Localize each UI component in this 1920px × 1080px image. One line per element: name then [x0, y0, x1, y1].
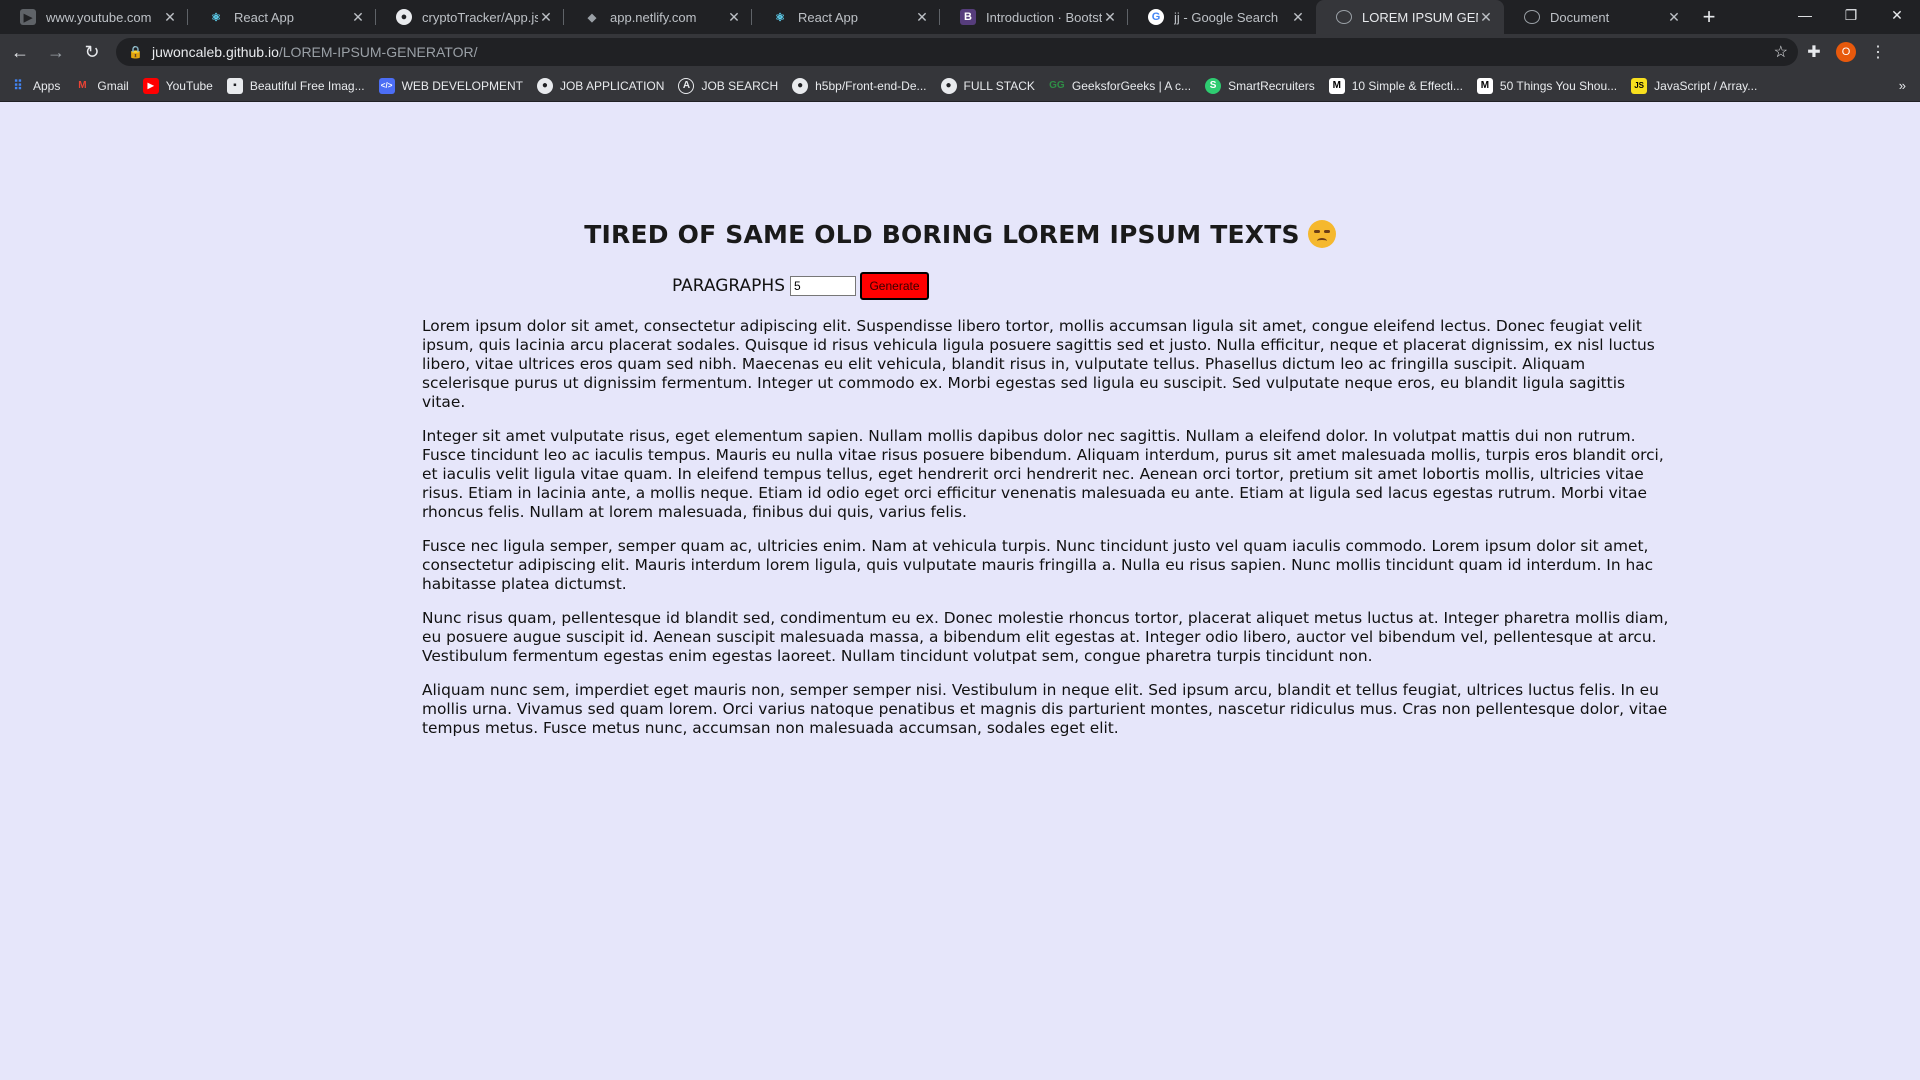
- angellist-icon: A: [678, 77, 695, 94]
- gmail-icon: M: [78, 80, 87, 91]
- tab-title: jj - Google Search: [1174, 9, 1279, 25]
- generated-text: Lorem ipsum dolor sit amet, consectetur …: [422, 317, 1670, 753]
- new-tab-button[interactable]: +: [1692, 0, 1726, 34]
- page-title: TIRED OF SAME OLD BORING LOREM IPSUM TEX…: [0, 220, 1920, 249]
- bookmark-item[interactable]: ▪ Beautiful Free Imag...: [226, 77, 365, 94]
- react-icon: ⚛: [211, 11, 221, 24]
- close-icon[interactable]: ✕: [1102, 9, 1118, 26]
- close-icon[interactable]: ✕: [1666, 9, 1682, 26]
- bookmarks-bar: ⠿ Apps M Gmail ▶ YouTube ▪ Beautiful Free Im…: [0, 70, 1920, 102]
- reload-icon[interactable]: ↻: [76, 36, 108, 68]
- minimize-icon[interactable]: —: [1782, 0, 1828, 30]
- url-path: /LOREM-IPSUM-GENERATOR/: [278, 44, 478, 60]
- bookmark-item[interactable]: JS JavaScript / Array...: [1631, 77, 1757, 94]
- browser-tab[interactable]: ◆ app.netlify.com ✕: [564, 0, 752, 34]
- close-icon[interactable]: ✕: [1478, 9, 1494, 26]
- browser-tab-active[interactable]: LOREM IPSUM GENERA ✕: [1316, 0, 1504, 34]
- close-icon[interactable]: ✕: [1290, 9, 1306, 26]
- bookmark-item[interactable]: A JOB SEARCH: [678, 77, 778, 94]
- tab-title: Document: [1550, 9, 1610, 25]
- globe-icon: [1524, 10, 1540, 24]
- youtube-icon: ▶: [142, 77, 159, 94]
- page-body: TIRED OF SAME OLD BORING LOREM IPSUM TEX…: [0, 102, 1920, 1080]
- tab-title: www.youtube.com: [46, 9, 152, 25]
- medium-icon: M: [1476, 77, 1493, 94]
- extensions-puzzle-icon[interactable]: ✚: [1798, 36, 1830, 68]
- browser-tab[interactable]: ⚛ React App ✕: [752, 0, 940, 34]
- browser-tab[interactable]: B Introduction · Bootstra ✕: [940, 0, 1128, 34]
- browser-tab[interactable]: Document ✕: [1504, 0, 1692, 34]
- bookmark-item[interactable]: ● h5bp/Front-end-De...: [792, 77, 927, 94]
- close-icon[interactable]: ✕: [538, 9, 554, 26]
- profile-initial: O: [1836, 42, 1856, 62]
- close-icon[interactable]: ✕: [350, 9, 366, 26]
- lorem-paragraph: Fusce nec ligula semper, semper quam ac,…: [422, 537, 1654, 593]
- github-icon: ●: [792, 77, 809, 94]
- tab-title: React App: [234, 9, 294, 25]
- lorem-paragraph: Nunc risus quam, pellentesque id blandit…: [422, 609, 1669, 665]
- browser-tab[interactable]: ● cryptoTracker/App.js at ✕: [376, 0, 564, 34]
- medium-icon: M: [1328, 77, 1345, 94]
- bookmark-item[interactable]: M 50 Things You Shou...: [1476, 77, 1617, 94]
- bookmark-item[interactable]: M 10 Simple & Effecti...: [1328, 77, 1463, 94]
- back-arrow-icon[interactable]: ←: [4, 36, 36, 68]
- address-bar[interactable]: 🔒 juwoncaleb.github.io/LOREM-IPSUM-GENER…: [116, 38, 1798, 66]
- tab-title: cryptoTracker/App.js at: [422, 9, 538, 25]
- code-icon: </>: [378, 77, 395, 94]
- unamused-face-icon: [1307, 220, 1336, 248]
- tab-strip: ▶ www.youtube.com ✕ ⚛ React App ✕ ● cryp…: [0, 0, 1920, 34]
- geeksforgeeks-icon: GG: [1049, 80, 1065, 91]
- lorem-paragraph: Aliquam nunc sem, imperdiet eget mauris …: [422, 681, 1668, 737]
- bookmark-item[interactable]: ⠿ Apps: [10, 78, 60, 94]
- lorem-paragraph: Integer sit amet vulputate risus, eget e…: [422, 427, 1664, 521]
- browser-tab[interactable]: G jj - Google Search ✕: [1128, 0, 1316, 34]
- close-icon[interactable]: ✕: [914, 9, 930, 26]
- bookmark-star-icon[interactable]: ☆: [1774, 42, 1788, 62]
- generate-button[interactable]: Generate: [860, 272, 929, 300]
- github-icon: ●: [536, 77, 553, 94]
- bookmark-item[interactable]: GG GeeksforGeeks | A c...: [1049, 78, 1191, 94]
- bookmark-item[interactable]: S SmartRecruiters: [1205, 77, 1315, 94]
- bookmark-item[interactable]: M Gmail: [74, 78, 129, 94]
- restore-icon[interactable]: ❐: [1828, 0, 1874, 30]
- tab-title: React App: [798, 9, 858, 25]
- tab-title: LOREM IPSUM GENERA: [1362, 9, 1478, 25]
- bookmark-item[interactable]: ▶ YouTube: [142, 77, 213, 94]
- browser-toolbar: ← → ↻ 🔒 juwoncaleb.github.io/LOREM-IPSUM…: [0, 34, 1920, 70]
- google-icon: G: [1148, 9, 1164, 25]
- bookmarks-overflow-icon[interactable]: »: [1899, 78, 1906, 93]
- apps-grid-icon: ⠿: [13, 77, 23, 93]
- lock-icon[interactable]: 🔒: [128, 45, 143, 59]
- camera-icon: ▪: [226, 77, 243, 94]
- youtube-tab-icon: ▶: [20, 9, 36, 25]
- netlify-icon: ◆: [587, 11, 597, 24]
- react-icon: ⚛: [775, 11, 785, 24]
- js-icon: JS: [1631, 77, 1648, 94]
- tab-title: Introduction · Bootstra: [986, 9, 1102, 25]
- bookmark-item[interactable]: ● JOB APPLICATION: [536, 77, 664, 94]
- github-icon: ●: [940, 77, 957, 94]
- paragraphs-label: PARAGRAPHS: [672, 276, 785, 296]
- close-icon[interactable]: ✕: [162, 9, 178, 26]
- close-window-icon[interactable]: ✕: [1874, 0, 1920, 30]
- profile-avatar[interactable]: O: [1830, 36, 1862, 68]
- github-icon: ●: [396, 9, 412, 25]
- generator-form: PARAGRAPHS Generate: [672, 272, 929, 300]
- menu-kebab-icon[interactable]: ⋮: [1862, 36, 1894, 68]
- close-icon[interactable]: ✕: [726, 9, 742, 26]
- forward-arrow-icon[interactable]: →: [40, 36, 72, 68]
- lorem-paragraph: Lorem ipsum dolor sit amet, consectetur …: [422, 317, 1655, 411]
- browser-tab[interactable]: ⚛ React App ✕: [188, 0, 376, 34]
- browser-tab[interactable]: ▶ www.youtube.com ✕: [0, 0, 188, 34]
- bookmark-item[interactable]: </> WEB DEVELOPMENT: [378, 77, 523, 94]
- bootstrap-icon: B: [960, 9, 976, 25]
- tab-title: app.netlify.com: [610, 9, 697, 25]
- url-host: juwoncaleb.github.io: [152, 44, 279, 60]
- bookmark-item[interactable]: ● FULL STACK: [940, 77, 1035, 94]
- window-controls: — ❐ ✕: [1782, 0, 1920, 30]
- globe-icon: [1336, 10, 1352, 24]
- paragraphs-input[interactable]: [790, 276, 856, 296]
- smartrecruiters-icon: S: [1205, 77, 1222, 94]
